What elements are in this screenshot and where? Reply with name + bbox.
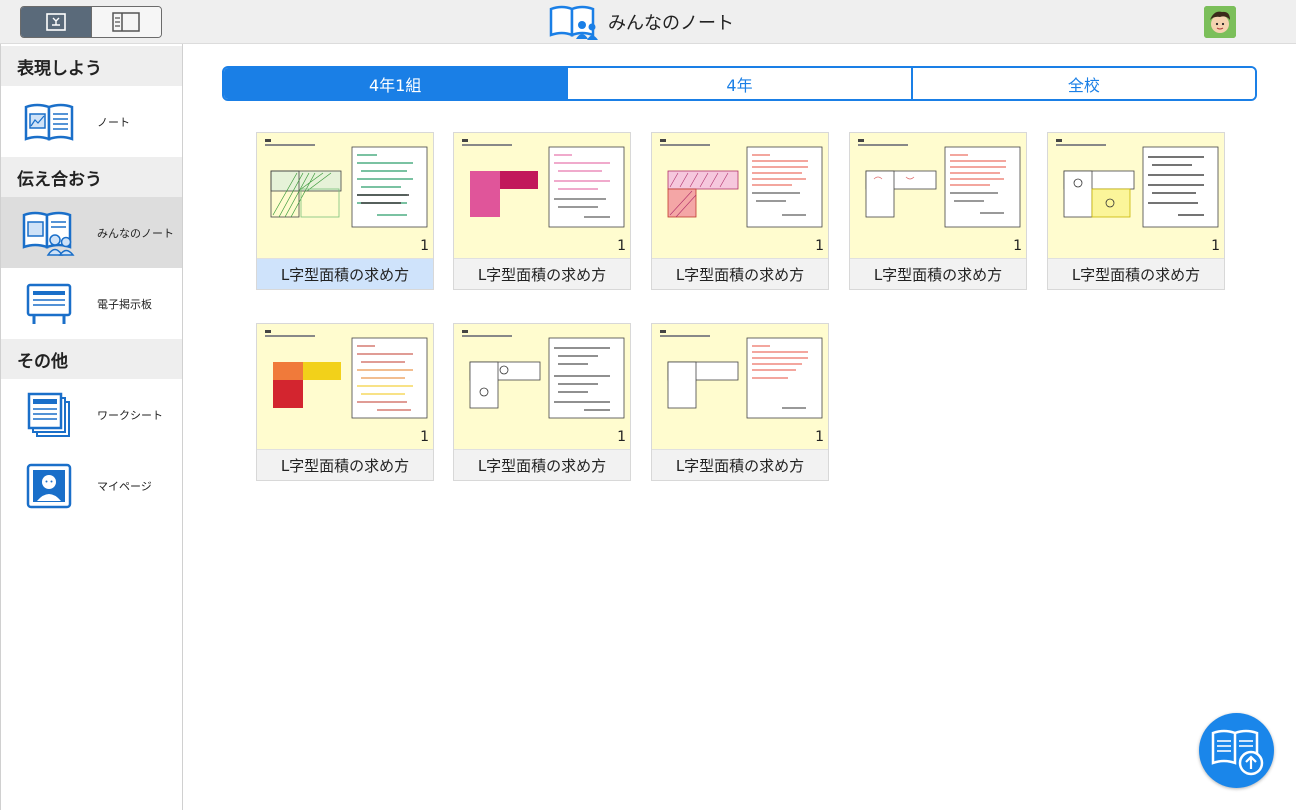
user-avatar[interactable] — [1204, 6, 1236, 38]
page-count: 1 — [815, 429, 824, 445]
scope-tabs: 4年1組 4年 全校 — [222, 66, 1257, 101]
section-heading-other: その他 — [1, 339, 182, 379]
tile-view-button[interactable] — [21, 7, 91, 37]
note-thumbnail: 1 — [257, 133, 433, 258]
note-title: L字型面積の求め方 — [850, 258, 1026, 289]
note-thumbnail: 1 — [652, 133, 828, 258]
list-view-button[interactable] — [90, 7, 161, 37]
sidebar-item-label: ワークシート — [97, 408, 163, 422]
notebook-icon — [24, 103, 74, 141]
page-count: 1 — [617, 429, 626, 445]
note-card[interactable]: 1 L字型面積の求め方 — [651, 323, 829, 481]
mypage-icon — [26, 463, 72, 508]
note-card[interactable]: 1 L字型面積の求め方 — [256, 132, 434, 290]
sidebar: 表現しよう ノート 伝え合おう みんなのノート 電子掲示板 その他 ワークシート… — [0, 44, 183, 810]
top-bar: みんなのノート — [0, 0, 1296, 44]
note-card[interactable]: 1 L字型面積の求め方 — [453, 132, 631, 290]
note-thumbnail: 1 — [257, 324, 433, 449]
note-card[interactable]: 1 L字型面積の求め方 — [651, 132, 829, 290]
shared-notebook-icon — [22, 211, 75, 256]
page-count: 1 — [617, 238, 626, 254]
tab-class[interactable]: 4年1組 — [224, 68, 567, 99]
note-title: L字型面積の求め方 — [652, 258, 828, 289]
note-title: L字型面積の求め方 — [1048, 258, 1224, 289]
list-view-icon — [112, 12, 140, 32]
note-title: L字型面積の求め方 — [257, 258, 433, 289]
sidebar-item-mypage[interactable]: マイページ — [1, 450, 182, 521]
tab-grade[interactable]: 4年 — [566, 68, 911, 99]
sidebar-item-bulletin-board[interactable]: 電子掲示板 — [1, 268, 182, 339]
sidebar-item-label: マイページ — [97, 479, 152, 493]
sidebar-item-worksheet[interactable]: ワークシート — [1, 379, 182, 450]
note-card[interactable]: 1 L字型面積の求め方 — [453, 323, 631, 481]
bulletin-board-icon — [26, 283, 72, 324]
page-count: 1 — [815, 238, 824, 254]
avatar-face-icon — [1204, 6, 1236, 38]
note-thumbnail: 1 — [1048, 133, 1224, 258]
note-card[interactable]: 1 L字型面積の求め方 — [1047, 132, 1225, 290]
page-count: 1 — [1013, 238, 1022, 254]
page-count: 1 — [420, 238, 429, 254]
note-title: L字型面積の求め方 — [454, 449, 630, 480]
upload-notebook-icon — [1211, 729, 1263, 775]
page-title: みんなのノート — [608, 13, 734, 34]
page-count: 1 — [420, 429, 429, 445]
upload-note-button[interactable] — [1199, 713, 1274, 788]
note-title: L字型面積の求め方 — [454, 258, 630, 289]
sidebar-item-note[interactable]: ノート — [1, 86, 182, 157]
worksheet-icon — [27, 392, 70, 437]
note-thumbnail: 1 — [454, 324, 630, 449]
note-card[interactable]: 1 L字型面積の求め方 — [849, 132, 1027, 290]
app-title: みんなのノート — [548, 3, 734, 41]
tab-school[interactable]: 全校 — [910, 68, 1255, 99]
section-heading-express: 表現しよう — [1, 46, 182, 86]
sidebar-item-label: 電子掲示板 — [97, 297, 152, 311]
view-toggle — [20, 6, 162, 38]
page-count: 1 — [1211, 238, 1220, 254]
note-title: L字型面積の求め方 — [257, 449, 433, 480]
shared-notebook-logo-icon — [549, 5, 598, 40]
section-heading-share: 伝え合おう — [1, 157, 182, 197]
note-title: L字型面積の求め方 — [652, 449, 828, 480]
sidebar-item-shared-notes[interactable]: みんなのノート — [1, 197, 182, 268]
note-card[interactable]: 1 L字型面積の求め方 — [256, 323, 434, 481]
note-thumbnail: 1 — [652, 324, 828, 449]
sidebar-item-label: みんなのノート — [97, 226, 174, 240]
sidebar-item-label: ノート — [97, 115, 130, 129]
note-thumbnail: 1 — [454, 133, 630, 258]
note-thumbnail: 1 — [850, 133, 1026, 258]
tile-view-icon — [45, 13, 66, 31]
